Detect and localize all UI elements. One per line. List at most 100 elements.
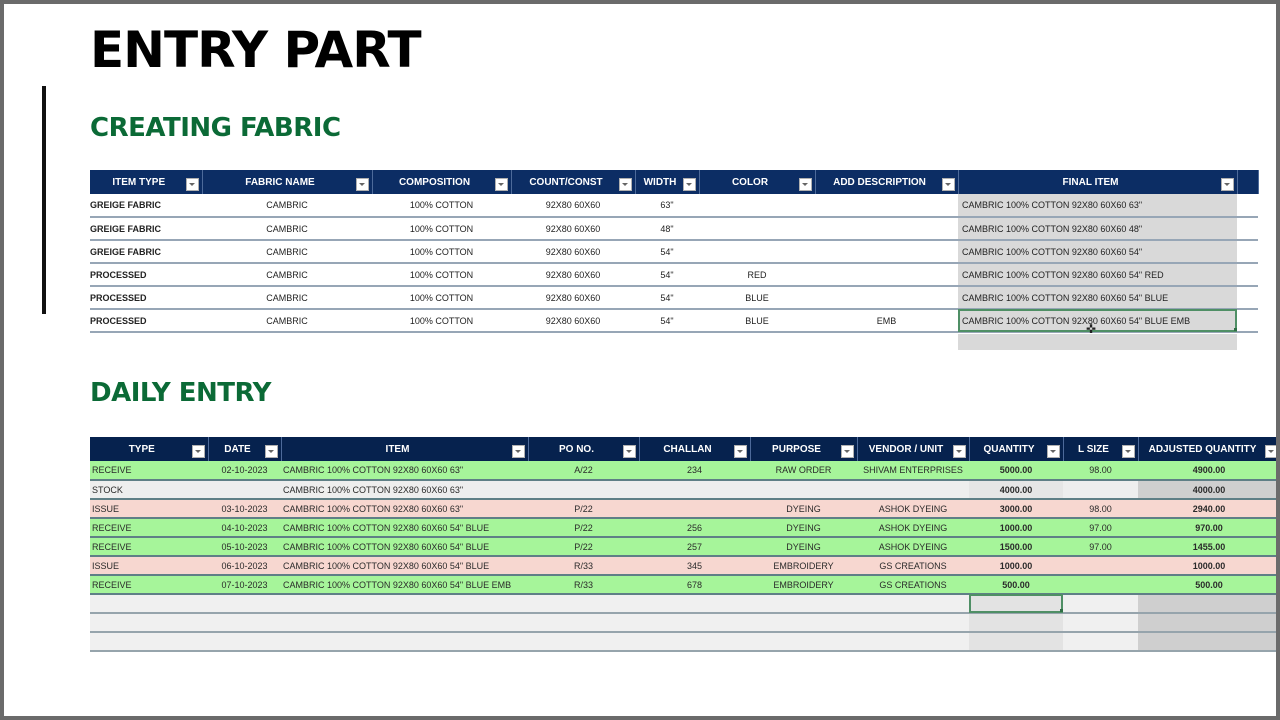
cell-type[interactable]: RECEIVE — [90, 461, 208, 481]
cell-challan[interactable] — [639, 613, 750, 633]
cell-date[interactable]: 06-10-2023 — [208, 556, 281, 576]
cell-composition[interactable]: 100% COTTON — [372, 217, 511, 241]
column-header-po-no[interactable]: PO NO. — [528, 437, 640, 461]
cell-purpose[interactable] — [750, 632, 857, 652]
cell-adjusted-quantity[interactable]: 2940.00 — [1138, 499, 1276, 519]
cell-po-no[interactable]: P/22 — [528, 518, 639, 538]
cell-purpose[interactable]: DYEING — [750, 537, 857, 557]
cell-fabric-name[interactable]: CAMBRIC — [202, 286, 372, 310]
cell-color[interactable]: RED — [699, 263, 815, 287]
cell-item[interactable] — [281, 613, 528, 633]
cell-l-size[interactable] — [1063, 480, 1138, 500]
cell-item-type[interactable]: GREIGE FABRIC — [90, 240, 202, 264]
cell-challan[interactable] — [639, 632, 750, 652]
cell-date[interactable]: 05-10-2023 — [208, 537, 281, 557]
column-header-l-size[interactable]: L SIZE — [1063, 437, 1139, 461]
cell-vendor[interactable]: ASHOK DYEING — [857, 518, 969, 538]
cell-challan[interactable] — [639, 480, 750, 500]
cell-quantity[interactable]: 3000.00 — [969, 499, 1063, 519]
cell-adjusted-quantity[interactable] — [1138, 613, 1276, 633]
cell-adjusted-quantity[interactable] — [1138, 632, 1276, 652]
cell-po-no[interactable]: A/22 — [528, 461, 639, 481]
column-header-composition[interactable]: COMPOSITION — [372, 170, 512, 194]
filter-dropdown-icon[interactable] — [952, 445, 966, 458]
cell-item[interactable] — [281, 632, 528, 652]
cell-fabric-name[interactable]: CAMBRIC — [202, 240, 372, 264]
cell-add-description[interactable] — [815, 263, 958, 287]
column-header-date[interactable]: DATE — [208, 437, 282, 461]
cell-composition[interactable]: 100% COTTON — [372, 309, 511, 333]
cell-item-type[interactable]: PROCESSED — [90, 286, 202, 310]
cell-color[interactable] — [699, 194, 815, 218]
cell-vendor[interactable]: ASHOK DYEING — [857, 499, 969, 519]
cell-count-const[interactable]: 92X80 60X60 — [511, 309, 635, 333]
cell-date[interactable] — [208, 480, 281, 500]
cell-quantity[interactable] — [969, 594, 1063, 614]
cell-purpose[interactable]: DYEING — [750, 499, 857, 519]
cell-type[interactable]: STOCK — [90, 480, 208, 500]
cell-vendor[interactable]: GS CREATIONS — [857, 575, 969, 595]
cell-l-size[interactable]: 98.00 — [1063, 499, 1138, 519]
cell-width[interactable]: 54" — [635, 263, 699, 287]
cell-challan[interactable]: 678 — [639, 575, 750, 595]
cell-final-item[interactable]: CAMBRIC 100% COTTON 92X80 60X60 54" — [958, 240, 1237, 264]
filter-dropdown-icon[interactable] — [733, 445, 747, 458]
cell-type[interactable]: RECEIVE — [90, 518, 208, 538]
cell-item[interactable]: CAMBRIC 100% COTTON 92X80 60X60 54" BLUE… — [281, 575, 528, 595]
filter-dropdown-icon[interactable] — [840, 445, 854, 458]
cell-type[interactable]: ISSUE — [90, 556, 208, 576]
filter-dropdown-icon[interactable] — [185, 178, 199, 191]
filter-dropdown-icon[interactable] — [511, 445, 525, 458]
cell-date[interactable]: 02-10-2023 — [208, 461, 281, 481]
column-header-count-const[interactable]: COUNT/CONST — [511, 170, 636, 194]
cell-fabric-name[interactable]: CAMBRIC — [202, 263, 372, 287]
cell-quantity[interactable]: 1000.00 — [969, 518, 1063, 538]
cell-purpose[interactable]: DYEING — [750, 518, 857, 538]
cell-l-size[interactable] — [1063, 556, 1138, 576]
column-header-item[interactable]: ITEM — [281, 437, 529, 461]
cell-final-item[interactable]: CAMBRIC 100% COTTON 92X80 60X60 54" BLUE… — [958, 309, 1237, 333]
cell-quantity[interactable]: 1000.00 — [969, 556, 1063, 576]
cell-adjusted-quantity[interactable]: 4000.00 — [1138, 480, 1276, 500]
cell-purpose[interactable] — [750, 480, 857, 500]
cell-count-const[interactable]: 92X80 60X60 — [511, 194, 635, 218]
cell-po-no[interactable]: R/33 — [528, 575, 639, 595]
cell-item-type[interactable]: PROCESSED — [90, 309, 202, 333]
filter-dropdown-icon[interactable] — [1121, 445, 1135, 458]
cell-challan[interactable]: 257 — [639, 537, 750, 557]
cell-width[interactable]: 48" — [635, 217, 699, 241]
cell-vendor[interactable] — [857, 480, 969, 500]
cell-purpose[interactable] — [750, 613, 857, 633]
column-header-adjusted-quantity[interactable]: ADJUSTED QUANTITY — [1138, 437, 1276, 461]
cell-po-no[interactable]: P/22 — [528, 537, 639, 557]
cell-composition[interactable]: 100% COTTON — [372, 194, 511, 218]
cell-color[interactable]: BLUE — [699, 286, 815, 310]
cell-date[interactable] — [208, 594, 281, 614]
filter-dropdown-icon[interactable] — [941, 178, 955, 191]
cell-composition[interactable]: 100% COTTON — [372, 263, 511, 287]
cell-po-no[interactable]: R/33 — [528, 556, 639, 576]
filter-dropdown-icon[interactable] — [798, 178, 812, 191]
column-header-item-type[interactable]: ITEM TYPE — [90, 170, 203, 194]
filter-dropdown-icon[interactable] — [355, 178, 369, 191]
cell-width[interactable]: 54" — [635, 309, 699, 333]
cell-vendor[interactable]: ASHOK DYEING — [857, 537, 969, 557]
fill-handle[interactable] — [1060, 609, 1063, 611]
cell-l-size[interactable] — [1063, 594, 1138, 614]
cell-composition[interactable]: 100% COTTON — [372, 286, 511, 310]
cell-item-type[interactable]: GREIGE FABRIC — [90, 194, 202, 218]
cell-po-no[interactable] — [528, 632, 639, 652]
filter-dropdown-icon[interactable] — [618, 178, 632, 191]
column-header-final-item[interactable]: FINAL ITEM — [958, 170, 1238, 194]
cell-type[interactable]: RECEIVE — [90, 537, 208, 557]
cell-purpose[interactable]: RAW ORDER — [750, 461, 857, 481]
cell-final-item[interactable]: CAMBRIC 100% COTTON 92X80 60X60 48" — [958, 217, 1237, 241]
cell-vendor[interactable]: GS CREATIONS — [857, 556, 969, 576]
cell-adjusted-quantity[interactable]: 1455.00 — [1138, 537, 1276, 557]
cell-challan[interactable] — [639, 594, 750, 614]
cell-quantity[interactable]: 4000.00 — [969, 480, 1063, 500]
filter-dropdown-icon[interactable] — [494, 178, 508, 191]
cell-quantity[interactable] — [969, 613, 1063, 633]
column-header-fabric-name[interactable]: FABRIC NAME — [202, 170, 373, 194]
cell-fabric-name[interactable]: CAMBRIC — [202, 309, 372, 333]
